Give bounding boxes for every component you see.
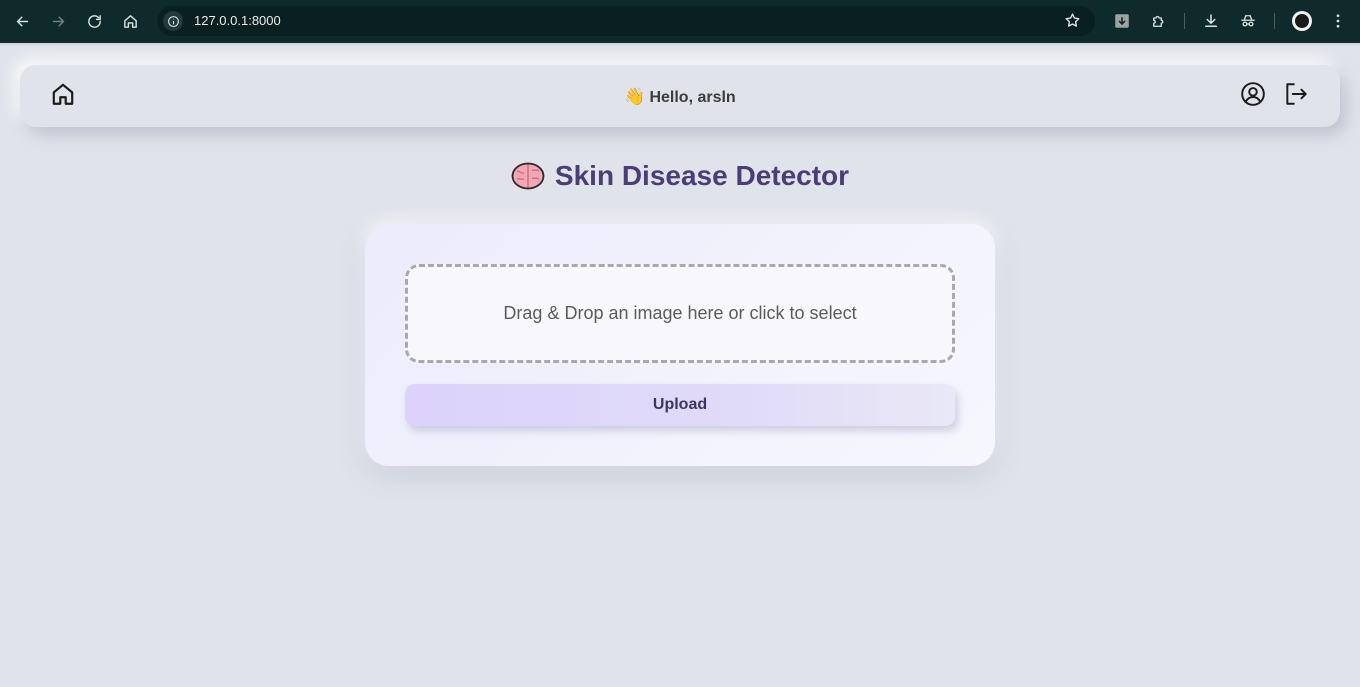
page-title-text: Skin Disease Detector — [554, 160, 850, 191]
downloads-icon[interactable] — [1200, 10, 1222, 32]
page-title: Skin Disease Detector — [0, 160, 1360, 192]
bookmark-star-icon[interactable] — [1064, 12, 1081, 34]
address-bar[interactable]: 127.0.0.1:8000 — [157, 6, 1095, 36]
brain-icon — [511, 162, 545, 190]
toolbar-border — [0, 43, 1360, 45]
forward-icon[interactable] — [45, 8, 71, 34]
browser-toolbar: 127.0.0.1:8000 — [0, 0, 1360, 43]
logout-icon[interactable] — [1283, 81, 1309, 107]
menu-kebab-icon[interactable] — [1327, 10, 1349, 32]
url-text[interactable]: 127.0.0.1:8000 — [194, 13, 281, 28]
back-icon[interactable] — [9, 8, 35, 34]
dropzone-text: Drag & Drop an image here or click to se… — [503, 303, 857, 323]
site-info-icon[interactable] — [163, 11, 183, 31]
user-profile-icon[interactable] — [1240, 81, 1266, 107]
greeting: 👋 Hello, arsln — [20, 87, 1340, 107]
extension-download-icon[interactable] — [1111, 10, 1133, 32]
wave-emoji-icon: 👋 — [624, 87, 646, 106]
reload-icon[interactable] — [81, 8, 107, 34]
greeting-text: Hello, arsln — [649, 89, 736, 106]
toolbar-divider — [1184, 13, 1185, 29]
upload-card: Drag & Drop an image here or click to se… — [365, 224, 995, 466]
app-navbar: 👋 Hello, arsln — [20, 65, 1340, 127]
incognito-icon[interactable] — [1237, 10, 1259, 32]
upload-button[interactable]: Upload — [405, 384, 955, 426]
extensions-puzzle-icon[interactable] — [1148, 10, 1170, 32]
image-dropzone[interactable]: Drag & Drop an image here or click to se… — [405, 264, 955, 363]
browser-home-icon[interactable] — [117, 8, 143, 34]
profile-avatar[interactable] — [1292, 11, 1312, 31]
toolbar-divider — [1274, 13, 1275, 29]
